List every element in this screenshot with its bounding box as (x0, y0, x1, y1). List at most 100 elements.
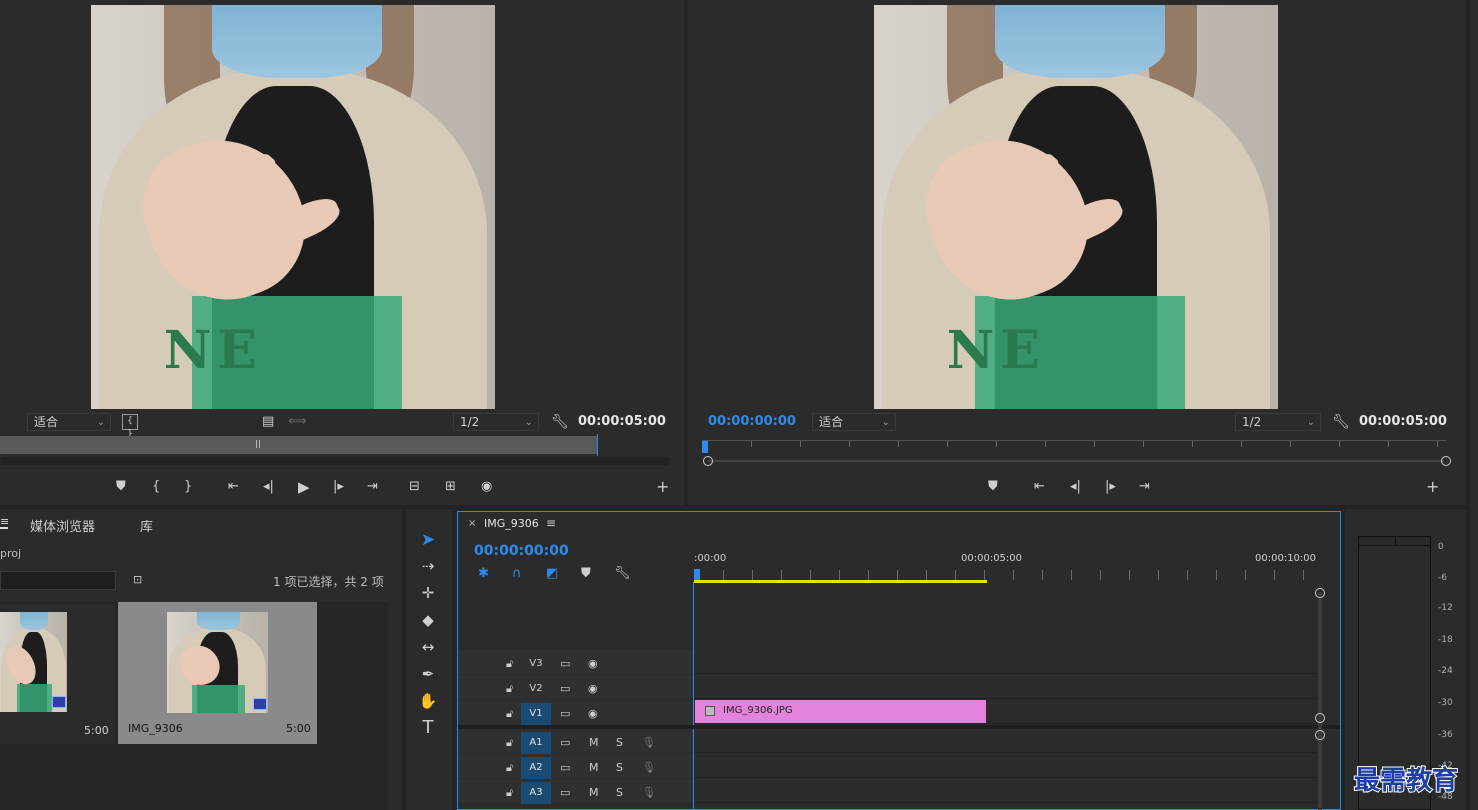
search-input[interactable] (0, 571, 116, 590)
track-label[interactable]: V1 (521, 703, 551, 725)
sync-lock-icon[interactable]: ▭ (560, 703, 570, 725)
close-icon[interactable]: × (468, 518, 476, 529)
go-to-in-icon[interactable]: ⇤ (1034, 479, 1045, 495)
go-to-out-icon[interactable]: ⇥ (367, 479, 378, 495)
lock-icon[interactable]: 🔓︎ (506, 757, 513, 779)
sync-lock-icon[interactable]: ▭ (560, 678, 570, 700)
wrench-icon[interactable]: 🔧︎ (1332, 414, 1350, 430)
program-timecode[interactable]: 00:00:00:00 (708, 414, 796, 429)
timeline-empty-area[interactable] (694, 584, 1317, 650)
list-item-selected[interactable]: IMG_9306 5:00 (118, 602, 317, 744)
eye-icon[interactable]: ◉ (588, 678, 598, 700)
step-forward-icon[interactable]: |▸ (1105, 479, 1116, 495)
program-resolution-dropdown[interactable]: 1/2 ⌄ (1235, 413, 1321, 431)
track-v3[interactable] (694, 650, 1317, 674)
sync-lock-icon[interactable]: ▭ (560, 757, 570, 779)
track-select-tool-icon[interactable]: ⇢ (416, 555, 440, 577)
lock-icon[interactable]: 🔓︎ (506, 782, 513, 804)
ripple-edit-tool-icon[interactable]: ✛ (416, 582, 440, 604)
hand-tool-icon[interactable]: ✋ (416, 690, 440, 712)
zoom-handle-right[interactable] (1441, 456, 1451, 466)
lock-icon[interactable]: 🔓︎ (506, 653, 513, 675)
scroll-handle-top[interactable] (1315, 588, 1325, 598)
slip-tool-icon[interactable]: ↔ (416, 636, 440, 658)
track-label[interactable]: V3 (521, 653, 551, 675)
film-strip-icon[interactable]: ▤ (262, 414, 274, 430)
track-a2[interactable] (694, 754, 1317, 778)
source-playhead[interactable] (597, 434, 598, 456)
solo-button[interactable]: S (616, 732, 623, 754)
new-bin-search-icon[interactable]: ⊡ (133, 572, 142, 588)
sync-lock-icon[interactable]: ▭ (560, 732, 570, 754)
add-marker-icon[interactable]: ⛊ (581, 566, 591, 582)
program-time-ruler[interactable] (702, 440, 1446, 454)
timeline-clip[interactable]: IMG_9306.JPG (695, 700, 986, 723)
sequence-tab[interactable]: IMG_9306 (484, 517, 539, 530)
track-label[interactable]: A2 (521, 757, 551, 779)
track-label[interactable]: A1 (521, 732, 551, 754)
source-scrub-bar[interactable] (0, 436, 598, 454)
tab-media-browser[interactable]: 媒体浏览器 (30, 516, 95, 535)
wrench-icon[interactable]: 🔧︎ (614, 566, 631, 582)
source-preview-frame[interactable]: NE (91, 5, 495, 409)
linked-selection-icon[interactable]: ◩ (546, 566, 558, 582)
microphone-icon[interactable]: 🎙︎ (642, 782, 656, 804)
zoom-handle-left[interactable] (703, 456, 713, 466)
solo-button[interactable]: S (616, 782, 623, 804)
solo-button[interactable]: S (616, 757, 623, 779)
scroll-handle-mid[interactable] (1315, 713, 1325, 723)
go-to-in-icon[interactable]: ⇤ (228, 479, 239, 495)
add-button-icon[interactable]: + (656, 479, 669, 495)
track-v1[interactable]: IMG_9306.JPG (694, 700, 1317, 724)
snap-icon[interactable]: ∩ (512, 566, 522, 582)
scroll-handle-audio[interactable] (1315, 730, 1325, 740)
track-label[interactable]: V2 (521, 678, 551, 700)
selection-tool-icon[interactable]: ➤ (416, 529, 440, 551)
mute-button[interactable]: M (589, 732, 599, 754)
time-ruler[interactable] (694, 570, 1317, 580)
go-to-out-icon[interactable]: ⇥ (1139, 479, 1150, 495)
track-v2[interactable] (694, 675, 1317, 699)
step-back-icon[interactable]: ◂| (263, 479, 274, 495)
track-a1[interactable] (694, 729, 1317, 753)
mark-in-icon[interactable]: { (152, 479, 160, 495)
pen-tool-icon[interactable]: ✒ (416, 663, 440, 685)
lock-icon[interactable]: 🔓︎ (506, 703, 513, 725)
timeline-scrollbar[interactable] (1318, 592, 1322, 810)
add-button-icon[interactable]: + (1426, 479, 1439, 495)
timeline-playhead[interactable] (694, 569, 700, 580)
track-label[interactable]: A3 (521, 782, 551, 804)
insert-icon[interactable]: ⊟ (409, 479, 420, 495)
step-back-icon[interactable]: ◂| (1070, 479, 1081, 495)
add-marker-icon[interactable]: ⛊ (116, 479, 126, 495)
mute-button[interactable]: M (589, 782, 599, 804)
source-resolution-dropdown[interactable]: 1/2 ⌄ (453, 413, 539, 431)
step-forward-icon[interactable]: |▸ (333, 479, 344, 495)
nest-icon[interactable]: ✱ (478, 566, 489, 582)
work-area-bar[interactable] (694, 580, 987, 583)
marker-link-icon[interactable]: ⛊ (988, 479, 998, 495)
sync-lock-icon[interactable]: ▭ (560, 782, 570, 804)
program-preview-frame[interactable]: NE (874, 5, 1278, 409)
track-a3[interactable] (694, 779, 1317, 803)
eye-icon[interactable]: ◉ (588, 653, 598, 675)
tab-library[interactable]: 库 (140, 516, 153, 535)
microphone-icon[interactable]: 🎙︎ (642, 732, 656, 754)
camera-icon[interactable]: ◉ (481, 479, 492, 495)
source-fit-dropdown[interactable]: 适合 ⌄ (27, 413, 111, 431)
program-playhead[interactable] (702, 441, 708, 453)
microphone-icon[interactable]: 🎙︎ (642, 757, 656, 779)
drag-video-icon[interactable]: ⟺ (288, 414, 307, 430)
sync-lock-icon[interactable]: ▭ (560, 653, 570, 675)
mute-button[interactable]: M (589, 757, 599, 779)
program-zoom-bar[interactable] (708, 460, 1444, 462)
menu-icon[interactable]: ≡ (546, 516, 556, 530)
wrench-icon[interactable]: 🔧︎ (551, 414, 569, 430)
lock-icon[interactable]: 🔓︎ (506, 678, 513, 700)
program-fit-dropdown[interactable]: 适合 ⌄ (812, 413, 896, 431)
type-tool-icon[interactable]: T (416, 717, 440, 739)
play-icon[interactable]: ▶ (298, 479, 310, 495)
overwrite-icon[interactable]: ⊞ (445, 479, 456, 495)
safe-margins-icon[interactable]: { } (122, 414, 138, 439)
timeline-timecode[interactable]: 00:00:00:00 (474, 543, 569, 559)
